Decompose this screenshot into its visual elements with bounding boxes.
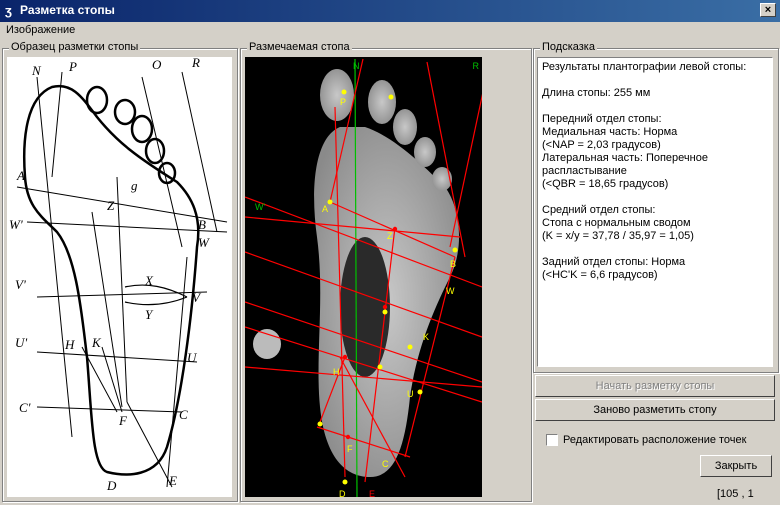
hint-line: Латеральная часть: Поперечное (542, 152, 708, 164)
hint-line: (<HC'K = 6,6 градусов) (542, 269, 658, 281)
sample-label-U: U (187, 350, 198, 365)
hint-line (542, 100, 768, 113)
sample-label-R: R (191, 57, 200, 70)
app-icon: ʒ (5, 3, 12, 18)
hint-line: Средний отдел стопы: (542, 204, 656, 216)
foot-label-E: E (369, 489, 375, 497)
sample-label-Z: Z (107, 198, 115, 213)
foot-label-W-prime: W' (255, 202, 265, 212)
hint-line: Длина стопы: 255 мм (542, 87, 651, 99)
sample-foot-drawing: N P O R A Z g W' B W V' X Y V U' H K U C… (9, 55, 228, 493)
window-title: Разметка стопы (20, 3, 115, 17)
foot-label-W: W (446, 286, 455, 296)
hint-line: распластывание (542, 165, 627, 177)
foot-label-Z: Z (387, 231, 393, 241)
foot-label-F: F (347, 444, 353, 454)
foot-label-U: U (407, 389, 414, 399)
sample-label-C: C (179, 407, 188, 422)
hint-line: Стопа с нормальным сводом (542, 217, 691, 229)
sample-markup-group: Образец разметки стопы N P O R A Z g W' … (2, 41, 238, 502)
sample-label-V-prime: V' (15, 277, 26, 292)
sample-label-K: K (91, 335, 102, 350)
sample-label-N: N (31, 63, 42, 78)
sample-label-E: E (168, 473, 177, 488)
foot-label-C: C (382, 459, 389, 469)
sample-label-F: F (118, 413, 128, 428)
sample-label-H: H (64, 337, 75, 352)
hint-line: Задний отдел стопы: Норма (542, 256, 686, 268)
sample-markup-label: Образец разметки стопы (9, 41, 141, 53)
cursor-coordinates: [105 , 1 (717, 488, 754, 500)
hint-line: Результаты плантографии левой стопы: (542, 61, 747, 73)
sample-label-W-prime: W' (9, 217, 23, 232)
close-button[interactable]: Закрыть (700, 455, 772, 477)
hint-line: Медиальная часть: Норма (542, 126, 678, 138)
foot-label-D: D (339, 489, 346, 497)
close-icon: × (764, 4, 772, 16)
sample-label-X: X (144, 273, 154, 288)
hint-line: (<QBR = 18,65 градусов) (542, 178, 669, 190)
menu-bar: Изображение (0, 22, 780, 40)
sample-label-P: P (68, 59, 77, 74)
menu-image[interactable]: Изображение (6, 24, 75, 36)
sample-markup-image: N P O R A Z g W' B W V' X Y V U' H K U C… (7, 55, 232, 497)
sample-label-U-prime: U' (15, 335, 27, 350)
foot-label-H: H (333, 367, 340, 377)
hint-textbox[interactable]: Результаты плантографии левой стопы: Дли… (537, 57, 773, 367)
hint-line (542, 243, 768, 256)
marked-foot-image[interactable]: N P R W' A Z B W K U H C D F E (244, 57, 491, 499)
title-bar: ʒ Разметка стопы × (0, 0, 780, 22)
hint-line: Передний отдел стопы: (542, 113, 662, 125)
sample-label-C-prime: C' (19, 400, 31, 415)
foot-label-B: B (450, 259, 456, 269)
hint-group: Подсказка Результаты плантографии левой … (533, 41, 779, 373)
foot-label-A: A (322, 204, 328, 214)
hint-line (542, 74, 768, 87)
hint-line (542, 191, 768, 204)
close-window-button[interactable]: × (760, 3, 776, 17)
hint-label: Подсказка (540, 41, 597, 53)
foot-label-R: R (473, 61, 480, 71)
foot-label-N: N (353, 61, 360, 71)
foot-label-K: K (423, 332, 429, 342)
hint-line: (<NAP = 2,03 градусов) (542, 139, 661, 151)
marked-foot-label: Размечаемая стопа (247, 41, 352, 53)
sample-label-O: O (152, 57, 162, 72)
sample-label-A: A (16, 168, 25, 183)
marked-foot-drawing: N P R W' A Z B W K U H C D F E (244, 58, 491, 499)
marked-foot-group: Размечаемая стопа N P R W' A Z B W K U H… (240, 41, 532, 502)
sample-label-W: W (198, 235, 210, 250)
sample-label-g: g (131, 178, 138, 193)
edit-points-label[interactable]: Редактировать расположение точек (563, 434, 746, 446)
hint-line: (K = x/y = 37,78 / 35,97 = 1,05) (542, 230, 694, 242)
remark-foot-button[interactable]: Заново разметить стопу (535, 399, 775, 421)
edit-points-checkbox[interactable] (546, 434, 558, 446)
sample-label-Y: Y (145, 307, 154, 322)
sample-label-B: B (198, 217, 206, 232)
start-marking-button[interactable]: Начать разметку стопы (535, 375, 775, 397)
foot-label-P: P (340, 97, 346, 107)
sample-label-D: D (106, 478, 117, 493)
